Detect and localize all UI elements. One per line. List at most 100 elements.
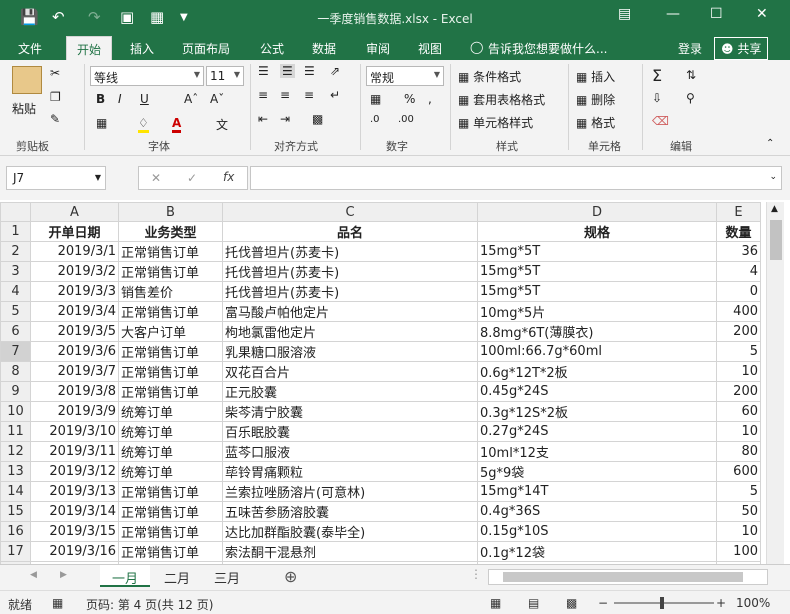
sheet-tab-mar[interactable]: 三月 [202,565,252,587]
column-header-d[interactable]: D [477,202,717,222]
phonetic-icon[interactable]: 文 [216,116,228,133]
ribbon-display-icon[interactable]: ▤ [618,6,631,22]
cell[interactable]: 托伐普坦片(苏麦卡) [222,261,478,282]
cell[interactable]: 双花百合片 [222,361,478,382]
cut-icon[interactable]: ✂ [50,66,60,80]
cell[interactable]: 蓝芩口服液 [222,441,478,462]
row-header[interactable]: 2 [0,241,31,262]
cell[interactable]: 乳果糖口服溶液 [222,341,478,362]
cell[interactable]: 2019/3/6 [30,341,119,362]
cell[interactable]: 正元胶囊 [222,381,478,402]
shrink-font-icon[interactable]: Aˇ [210,92,224,106]
decrease-indent-icon[interactable]: ⇤ [258,112,268,126]
cell[interactable]: 托伐普坦片(苏麦卡) [222,241,478,262]
select-all-corner[interactable] [0,202,31,222]
align-middle-icon[interactable]: ☰ [280,64,295,78]
cell[interactable]: 正常销售订单 [118,341,223,362]
page-break-view-icon[interactable]: ▩ [566,596,577,610]
cell[interactable]: 8.8mg*6T(薄膜衣) [477,321,717,342]
cell[interactable]: 富马酸卢帕他定片 [222,301,478,322]
paste-icon[interactable] [12,66,42,94]
cell[interactable]: 10 [716,361,761,382]
row-header[interactable]: 16 [0,521,31,542]
format-as-table-button[interactable]: ▦ 套用表格格式 [458,91,545,108]
sheet-tab-jan[interactable]: 一月 [100,565,151,587]
delete-cells-button[interactable]: ▦ 删除 [576,91,615,108]
save-icon[interactable]: 💾 [20,8,39,26]
column-header-a[interactable]: A [30,202,119,222]
minimize-button[interactable]: — [666,6,680,22]
row-header[interactable]: 17 [0,541,31,562]
cell[interactable]: 400 [716,301,761,322]
cell[interactable]: 15mg*5T [477,241,717,262]
row-header[interactable]: 6 [0,321,31,342]
conditional-format-button[interactable]: ▦ 条件格式 [458,68,521,85]
cell[interactable]: 2019/3/14 [30,501,119,522]
cell[interactable]: 正常销售订单 [118,481,223,502]
zoom-out-icon[interactable]: − [598,596,608,610]
tab-data[interactable]: 数据 [312,40,336,57]
tab-review[interactable]: 审阅 [366,40,390,57]
cell[interactable]: 开单日期 [30,221,119,242]
cell[interactable]: 正常销售订单 [118,361,223,382]
row-header[interactable]: 7 [0,341,31,362]
cell[interactable]: 80 [716,441,761,462]
column-header-c[interactable]: C [222,202,478,222]
decrease-decimal-icon[interactable]: .00 [398,114,414,125]
bold-icon[interactable]: B [96,92,105,106]
tab-page-layout[interactable]: 页面布局 [182,40,230,57]
scroll-thumb[interactable] [770,220,782,260]
currency-icon[interactable]: ▦ [370,92,381,106]
format-painter-icon[interactable]: ✎ [50,112,60,126]
cell[interactable]: 100 [716,541,761,562]
normal-view-icon[interactable]: ▦ [490,596,501,610]
cell[interactable]: 2019/3/8 [30,381,119,402]
cell[interactable]: 正常销售订单 [118,501,223,522]
cell[interactable]: 5 [716,481,761,502]
split-handle-icon[interactable]: ⋮ [470,567,482,581]
formula-input[interactable]: ⌄ [250,166,782,190]
cell[interactable]: 2019/3/1 [30,241,119,262]
fill-color-icon[interactable]: ♢ [138,116,149,133]
collapse-ribbon-icon[interactable]: ⌃ [766,138,774,149]
add-sheet-icon[interactable]: ⊕ [284,567,297,586]
row-header[interactable]: 4 [0,281,31,302]
zoom-slider-thumb[interactable] [660,597,664,609]
cell[interactable]: 索法酮干混悬剂 [222,541,478,562]
insert-function-button[interactable]: fx [223,170,234,184]
cell[interactable]: 2019/3/5 [30,321,119,342]
sign-in-link[interactable]: 登录 [678,40,702,57]
sheet-tab-feb[interactable]: 二月 [152,565,202,587]
merge-center-icon[interactable]: ▩ [312,112,323,126]
customize-toolbar-icon[interactable]: ▼ [180,12,188,23]
cell[interactable]: 数量 [716,221,761,242]
clear-icon[interactable]: ⌫ [652,114,669,128]
cell[interactable]: 统筹订单 [118,401,223,422]
italic-icon[interactable]: I [118,92,122,106]
redo-icon[interactable]: ↷ [88,8,101,26]
column-header-e[interactable]: E [716,202,761,222]
page-layout-view-icon[interactable]: ▤ [528,596,539,610]
find-icon[interactable]: ⚲ [686,91,695,105]
cell[interactable]: 枸地氯雷他定片 [222,321,478,342]
cell[interactable]: 0.15g*10S [477,521,717,542]
cell[interactable]: 0.27g*24S [477,421,717,442]
wrap-text-icon[interactable]: ↵ [330,88,340,102]
cell[interactable]: 60 [716,401,761,422]
autosum-icon[interactable]: Σ [652,66,662,85]
cell[interactable]: 10 [716,521,761,542]
cell[interactable]: 正常销售订单 [118,261,223,282]
cell[interactable]: 统筹订单 [118,421,223,442]
cell[interactable]: 百乐眠胶囊 [222,421,478,442]
cancel-icon[interactable]: ✕ [151,171,161,185]
align-bottom-icon[interactable]: ☰ [304,64,315,78]
name-box[interactable]: J7 ▼ [6,166,106,190]
format-cells-button[interactable]: ▦ 格式 [576,114,615,131]
expand-formula-icon[interactable]: ⌄ [769,172,777,182]
cell[interactable]: 2019/3/7 [30,361,119,382]
tab-home[interactable]: 开始 [66,36,113,61]
close-button[interactable]: ✕ [756,6,768,22]
cell[interactable]: 正常销售订单 [118,241,223,262]
next-sheet-icon[interactable]: ▶ [60,570,67,580]
cell[interactable]: 达比加群酯胶囊(泰毕全) [222,521,478,542]
